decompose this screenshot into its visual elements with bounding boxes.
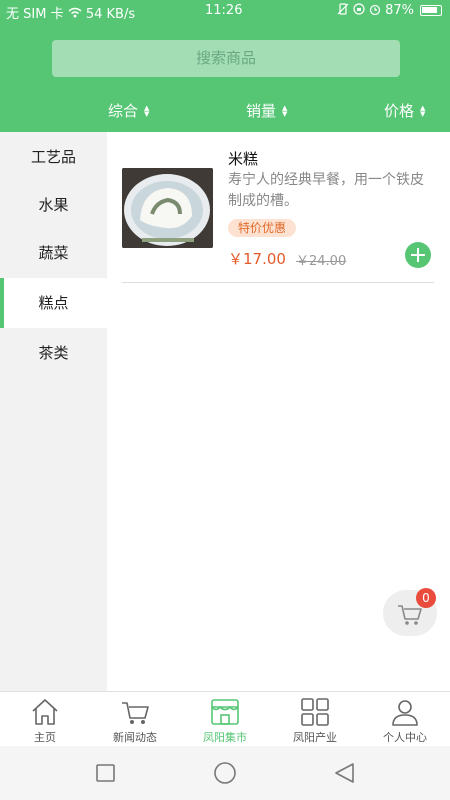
tab-label: 主页 <box>34 731 56 744</box>
sort-arrows-icon: ▲ ▼ <box>282 103 288 118</box>
tab-news[interactable]: 新闻动态 <box>90 692 180 747</box>
tab-label: 凤阳产业 <box>293 731 337 744</box>
store-icon <box>211 699 239 725</box>
status-time: 11:26 <box>205 3 243 18</box>
add-to-cart-button[interactable] <box>405 242 431 268</box>
category-item-active[interactable]: 糕点 <box>0 278 107 328</box>
tab-label: 凤阳集市 <box>203 731 247 744</box>
product-name: 米糕 <box>228 150 259 168</box>
wifi-icon <box>68 7 82 21</box>
tab-label: 个人中心 <box>383 731 427 744</box>
sort-arrows-icon: ▲ ▼ <box>144 103 150 118</box>
product-description: 寿宁人的经典早餐，用一个铁皮制成的槽。 <box>228 172 424 209</box>
tab-home[interactable]: 主页 <box>0 692 90 747</box>
category-item[interactable]: 蔬菜 <box>0 228 107 278</box>
home-icon <box>32 699 58 725</box>
status-left: 无 SIM 卡 54 KB/s <box>6 3 135 22</box>
product-image[interactable] <box>122 168 213 248</box>
product-price: ￥17.00 <box>228 250 286 268</box>
lock-rotation-icon <box>353 3 365 18</box>
tab-industry[interactable]: 凤阳产业 <box>270 692 360 747</box>
battery-icon <box>420 5 442 16</box>
alarm-icon <box>369 3 381 18</box>
network-speed: 54 KB/s <box>85 7 136 22</box>
person-icon <box>392 700 418 726</box>
cart-count-badge: 0 <box>416 588 436 608</box>
carrier-text: 无 SIM 卡 <box>6 7 68 22</box>
category-sidebar: 工艺品 水果 蔬菜 糕点 茶类 <box>0 132 107 691</box>
tab-label: 新闻动态 <box>113 731 157 744</box>
status-right: 87% <box>337 3 442 18</box>
category-item[interactable]: 工艺品 <box>0 132 107 182</box>
cart-icon <box>122 702 149 724</box>
grid-icon <box>301 698 329 726</box>
category-item[interactable]: 茶类 <box>0 328 107 378</box>
tab-profile[interactable]: 个人中心 <box>360 692 450 747</box>
vibrate-icon <box>337 3 349 18</box>
app-header: 无 SIM 卡 54 KB/s 11:26 87% 搜索商品 综合 ▲ ▼ 销量… <box>0 0 450 132</box>
category-item[interactable]: 水果 <box>0 180 107 230</box>
recent-apps-icon[interactable] <box>96 764 115 782</box>
product-original-price: ￥24.00 <box>296 254 347 269</box>
search-input[interactable]: 搜索商品 <box>52 40 400 77</box>
bottom-tab-bar: 主页 新闻动态 凤阳集市 凤阳产业 个人中心 <box>0 691 450 746</box>
sort-comprehensive-label: 综合 <box>108 102 139 120</box>
product-card[interactable]: 米糕 寿宁人的经典早餐，用一个铁皮制成的槽。 特价优惠 ￥17.00 ￥24.0… <box>107 132 450 284</box>
sort-sales-label: 销量 <box>246 102 277 120</box>
divider <box>122 282 434 283</box>
sort-price-label: 价格 <box>384 102 415 120</box>
sort-price[interactable]: 价格 ▲ ▼ <box>384 100 425 121</box>
sort-bar: 综合 ▲ ▼ 销量 ▲ ▼ 价格 ▲ ▼ <box>0 96 450 126</box>
home-button-icon[interactable] <box>214 762 236 784</box>
system-nav-bar <box>0 746 450 800</box>
promo-badge: 特价优惠 <box>228 219 297 237</box>
sort-sales[interactable]: 销量 ▲ ▼ <box>246 100 287 121</box>
sort-comprehensive[interactable]: 综合 ▲ ▼ <box>108 100 149 121</box>
status-bar: 无 SIM 卡 54 KB/s 11:26 87% <box>0 0 450 22</box>
sort-arrows-icon: ▲ ▼ <box>420 103 426 118</box>
back-icon[interactable] <box>335 763 354 783</box>
battery-percent: 87% <box>385 3 414 18</box>
tab-market[interactable]: 凤阳集市 <box>180 692 270 747</box>
